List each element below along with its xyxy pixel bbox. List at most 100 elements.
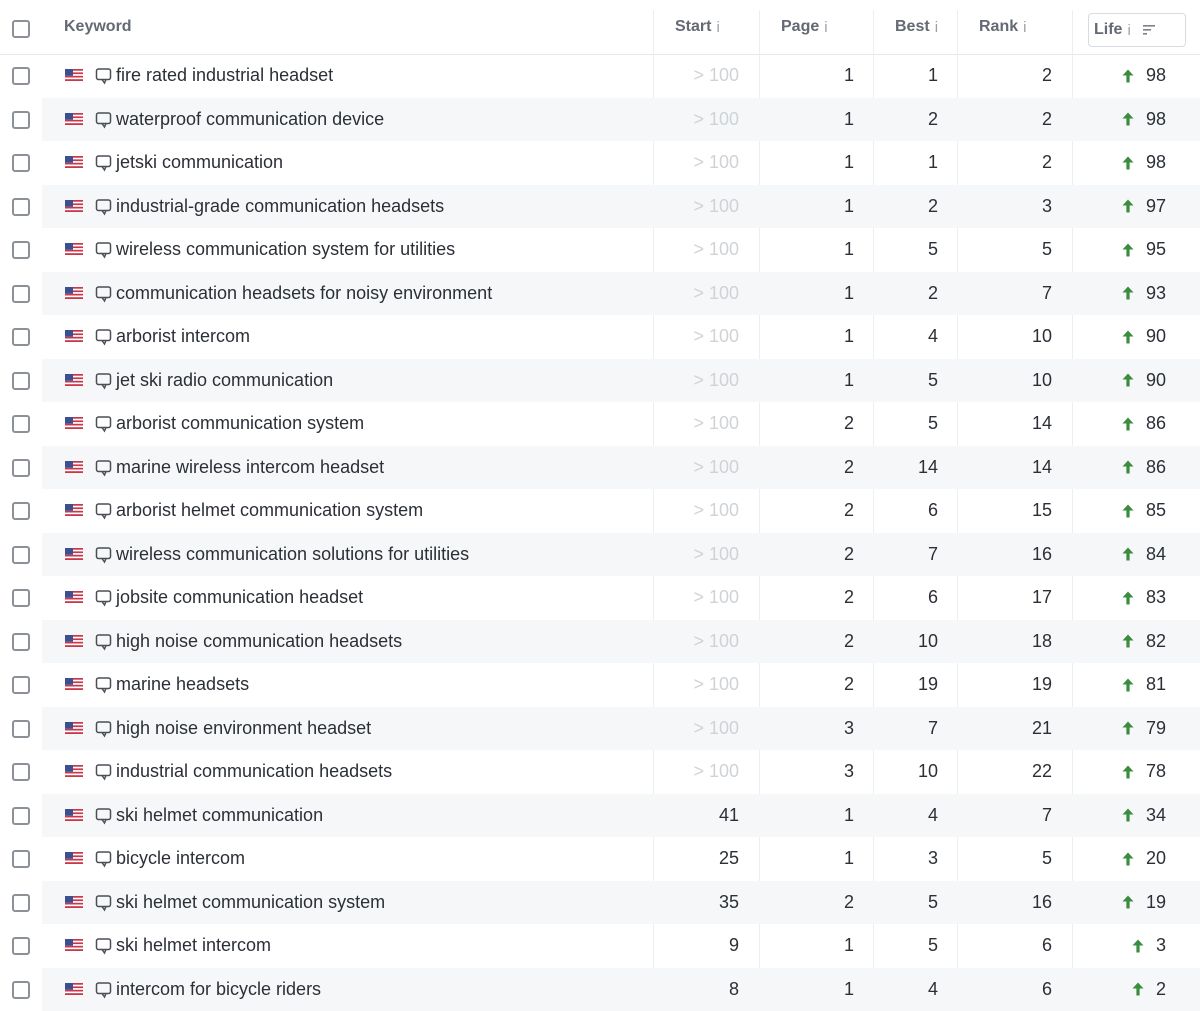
info-icon[interactable]: i [935, 19, 938, 36]
sort-descending-icon[interactable] [1143, 24, 1157, 36]
row-checkbox[interactable] [12, 372, 30, 390]
table-row[interactable]: marine wireless intercom headset > 100 2… [0, 446, 1200, 490]
table-row[interactable]: arborist helmet communication system > 1… [0, 489, 1200, 533]
table-row[interactable]: waterproof communication device > 100 1 … [0, 98, 1200, 142]
table-row[interactable]: bicycle intercom 25 1 3 5 20 [0, 837, 1200, 881]
life-value: 84 [1074, 533, 1166, 577]
arrow-up-icon [1122, 634, 1134, 648]
column-header-rank[interactable]: Ranki [979, 0, 1026, 54]
table-row[interactable]: industrial-grade communication headsets … [0, 185, 1200, 229]
table-row[interactable]: jetski communication > 100 1 1 2 98 [0, 141, 1200, 185]
keyword-text[interactable]: arborist intercom [116, 315, 646, 359]
table-row[interactable]: high noise communication headsets > 100 … [0, 620, 1200, 664]
page-value: 2 [761, 881, 854, 925]
row-checkbox[interactable] [12, 807, 30, 825]
row-checkbox[interactable] [12, 111, 30, 129]
keyword-text[interactable]: industrial-grade communication headsets [116, 185, 646, 229]
best-value: 14 [875, 446, 938, 490]
table-row[interactable]: jet ski radio communication > 100 1 5 10… [0, 359, 1200, 403]
row-checkbox[interactable] [12, 676, 30, 694]
keyword-text[interactable]: jet ski radio communication [116, 359, 646, 403]
row-checkbox[interactable] [12, 241, 30, 259]
life-value: 79 [1074, 707, 1166, 751]
keyword-text[interactable]: intercom for bicycle riders [116, 968, 646, 1011]
row-checkbox[interactable] [12, 415, 30, 433]
keyword-text[interactable]: wireless communication solutions for uti… [116, 533, 646, 577]
keyword-text[interactable]: high noise environment headset [116, 707, 646, 751]
keyword-text[interactable]: arborist communication system [116, 402, 646, 446]
keyword-text[interactable]: waterproof communication device [116, 98, 646, 142]
keyword-text[interactable]: marine wireless intercom headset [116, 446, 646, 490]
row-checkbox[interactable] [12, 981, 30, 999]
row-checkbox[interactable] [12, 894, 30, 912]
rank-value: 17 [959, 576, 1052, 620]
row-checkbox[interactable] [12, 720, 30, 738]
row-checkbox[interactable] [12, 546, 30, 564]
keyword-text[interactable]: ski helmet communication system [116, 881, 646, 925]
keyword-text[interactable]: jetski communication [116, 141, 646, 185]
keyword-text[interactable]: jobsite communication headset [116, 576, 646, 620]
us-flag-icon [65, 69, 83, 81]
table-row[interactable]: ski helmet communication 41 1 4 7 34 [0, 794, 1200, 838]
column-header-best[interactable]: Besti [895, 0, 938, 54]
row-checkbox[interactable] [12, 937, 30, 955]
info-icon[interactable]: i [716, 19, 719, 36]
row-checkbox[interactable] [12, 285, 30, 303]
row-checkbox[interactable] [12, 459, 30, 477]
table-row[interactable]: wireless communication solutions for uti… [0, 533, 1200, 577]
rank-value: 16 [959, 881, 1052, 925]
info-icon[interactable]: i [1127, 22, 1130, 39]
table-row[interactable]: jobsite communication headset > 100 2 6 … [0, 576, 1200, 620]
keyword-text[interactable]: bicycle intercom [116, 837, 646, 881]
row-checkbox[interactable] [12, 502, 30, 520]
info-icon[interactable]: i [1023, 19, 1026, 36]
best-value: 5 [875, 881, 938, 925]
select-all-checkbox[interactable] [12, 20, 30, 38]
table-row[interactable]: arborist communication system > 100 2 5 … [0, 402, 1200, 446]
row-checkbox[interactable] [12, 328, 30, 346]
column-header-keyword[interactable]: Keyword [64, 0, 132, 54]
life-value: 81 [1074, 663, 1166, 707]
rank-value: 5 [959, 837, 1052, 881]
rank-value: 15 [959, 489, 1052, 533]
column-header-page[interactable]: Pagei [781, 0, 828, 54]
table-row[interactable]: marine headsets > 100 2 19 19 81 [0, 663, 1200, 707]
row-checkbox[interactable] [12, 589, 30, 607]
row-checkbox[interactable] [12, 154, 30, 172]
start-value: > 100 [655, 185, 739, 229]
column-header-life[interactable]: Lifei [1088, 13, 1186, 47]
row-checkbox[interactable] [12, 633, 30, 651]
keyword-text[interactable]: wireless communication system for utilit… [116, 228, 646, 272]
table-row[interactable]: ski helmet communication system 35 2 5 1… [0, 881, 1200, 925]
table-row[interactable]: industrial communication headsets > 100 … [0, 750, 1200, 794]
page-value: 2 [761, 620, 854, 664]
table-row[interactable]: high noise environment headset > 100 3 7… [0, 707, 1200, 751]
table-row[interactable]: ski helmet intercom 9 1 5 6 3 [0, 924, 1200, 968]
keyword-text[interactable]: industrial communication headsets [116, 750, 646, 794]
keyword-text[interactable]: marine headsets [116, 663, 646, 707]
keyword-text[interactable]: high noise communication headsets [116, 620, 646, 664]
life-value: 98 [1074, 98, 1166, 142]
arrow-up-icon [1122, 721, 1134, 735]
keyword-text[interactable]: fire rated industrial headset [116, 54, 646, 98]
table-row[interactable]: intercom for bicycle riders 8 1 4 6 2 [0, 968, 1200, 1011]
keyword-text[interactable]: arborist helmet communication system [116, 489, 646, 533]
table-row[interactable]: arborist intercom > 100 1 4 10 90 [0, 315, 1200, 359]
start-value: 9 [655, 924, 739, 968]
table-row[interactable]: wireless communication system for utilit… [0, 228, 1200, 272]
row-checkbox[interactable] [12, 763, 30, 781]
info-icon[interactable]: i [824, 19, 827, 36]
row-checkbox[interactable] [12, 850, 30, 868]
row-checkbox[interactable] [12, 67, 30, 85]
start-value: > 100 [655, 402, 739, 446]
rank-value: 7 [959, 272, 1052, 316]
table-row[interactable]: communication headsets for noisy environ… [0, 272, 1200, 316]
row-checkbox[interactable] [12, 198, 30, 216]
table-row[interactable]: fire rated industrial headset > 100 1 1 … [0, 54, 1200, 98]
arrow-up-icon [1122, 678, 1134, 692]
rank-value: 16 [959, 533, 1052, 577]
keyword-text[interactable]: ski helmet intercom [116, 924, 646, 968]
keyword-text[interactable]: communication headsets for noisy environ… [116, 272, 646, 316]
column-header-start[interactable]: Starti [675, 0, 720, 54]
keyword-text[interactable]: ski helmet communication [116, 794, 646, 838]
